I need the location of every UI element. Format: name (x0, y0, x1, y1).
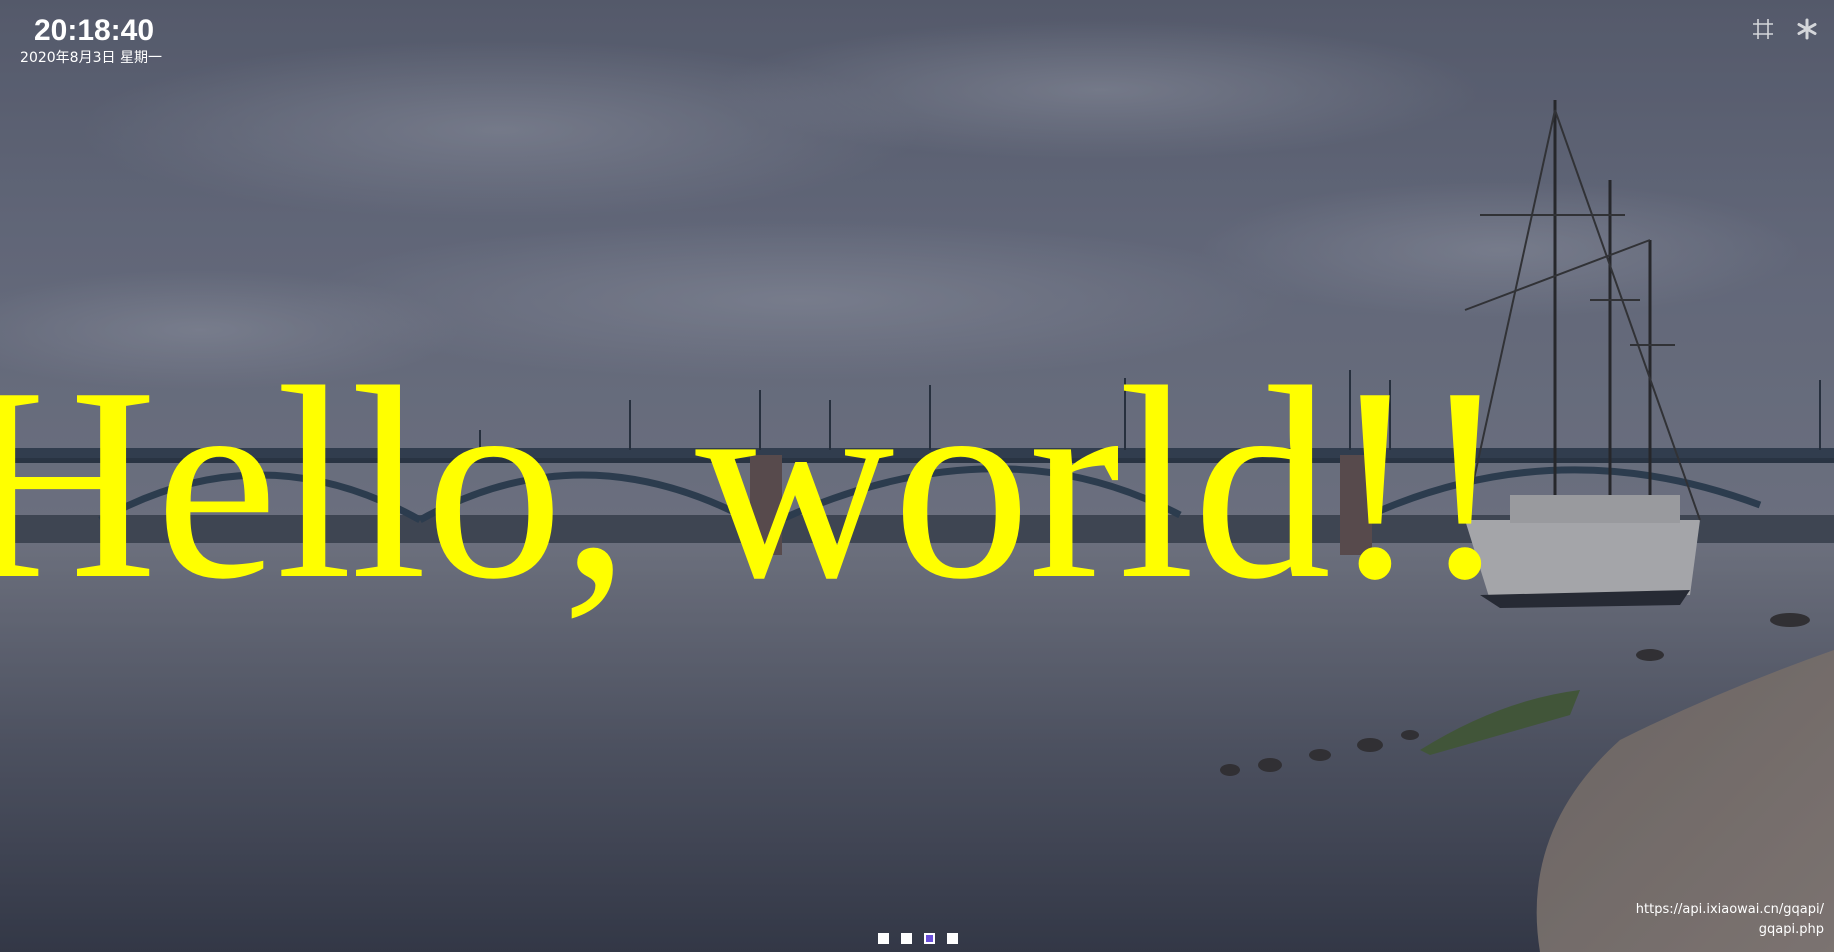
pager-dot-4[interactable] (947, 933, 958, 944)
new-tab-page: 20:18:40 2020年8月3日 星期一 Hello, world!! ht… (0, 0, 1834, 952)
clock-date: 2020年8月3日 星期一 (20, 50, 162, 66)
wallpaper-image (0, 0, 1834, 952)
top-right-toolbar (1750, 16, 1820, 42)
pager-dot-3[interactable] (924, 933, 935, 944)
wallpaper-pager (878, 933, 958, 944)
clock-widget: 20:18:40 2020年8月3日 星期一 (4, 14, 184, 67)
clock-time: 20:18:40 (33, 14, 155, 47)
settings-icon[interactable] (1794, 16, 1820, 42)
crop-icon[interactable] (1750, 16, 1776, 42)
wallpaper-source-url[interactable]: https://api.ixiaowai.cn/gqapi/gqapi.php (1634, 900, 1824, 940)
pager-dot-1[interactable] (878, 933, 889, 944)
pager-dot-2[interactable] (901, 933, 912, 944)
